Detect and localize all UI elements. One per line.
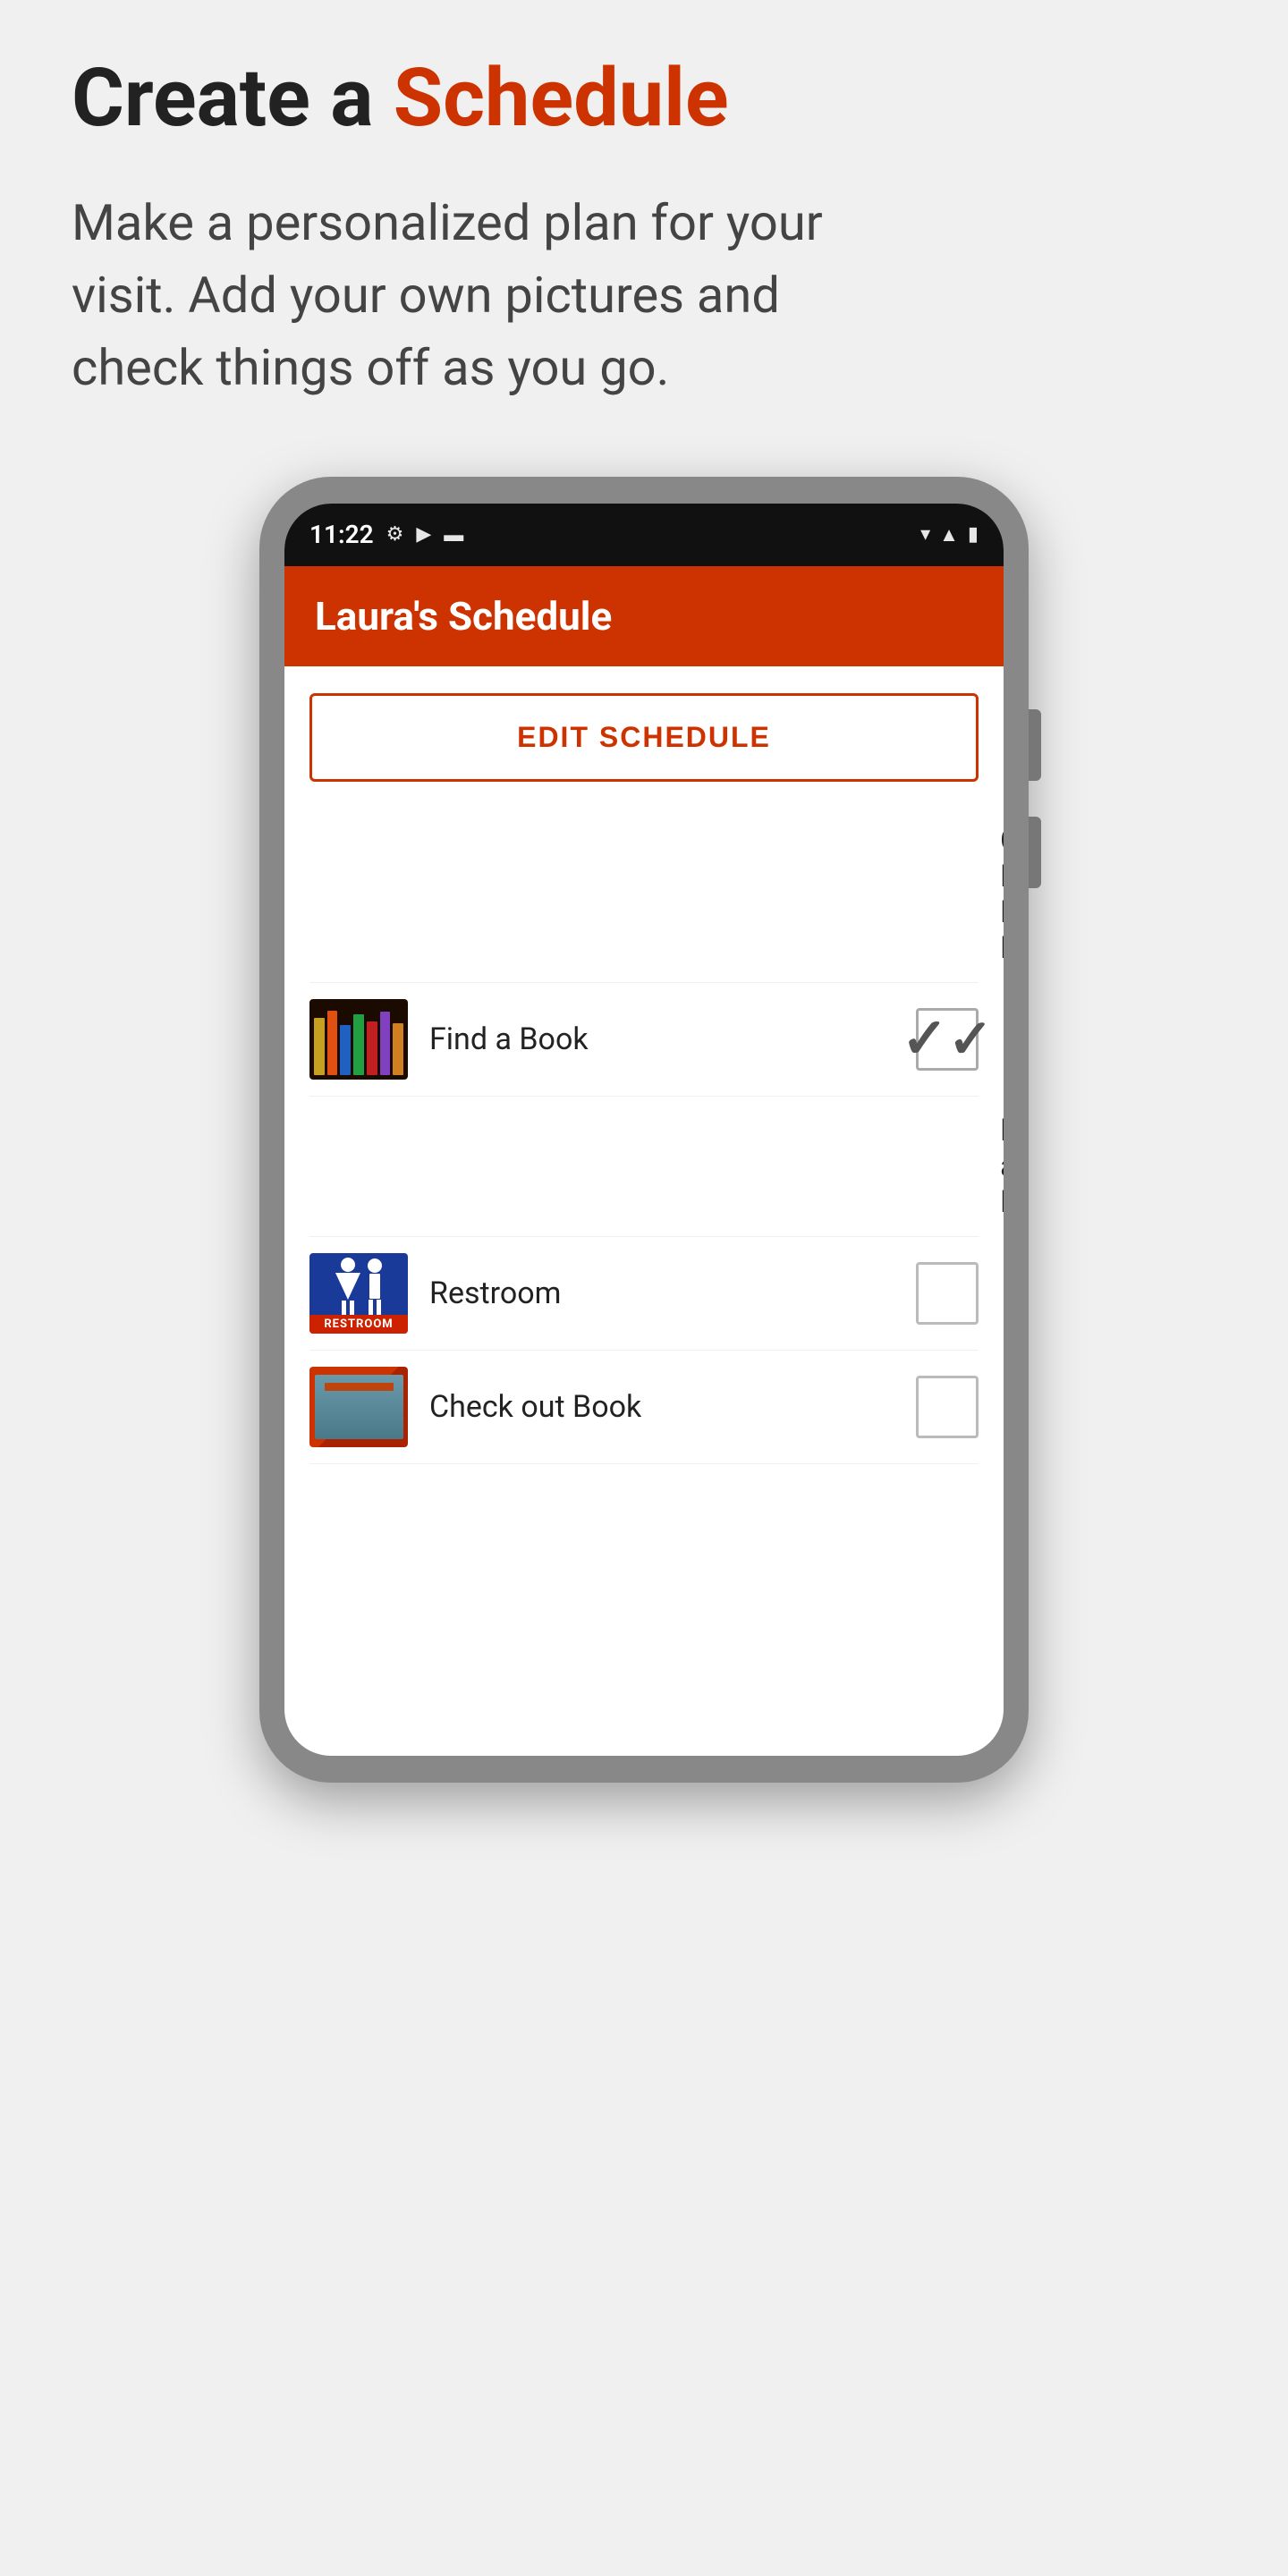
item-label: Check out Book	[429, 1389, 894, 1425]
wifi-icon: ▾	[920, 523, 930, 546]
item-thumbnail-books	[309, 999, 408, 1080]
page-subtitle: Make a personalized plan for your visit.…	[72, 187, 877, 405]
list-item: Read a Book ✓	[309, 1097, 979, 1237]
item-label: Restroom	[429, 1275, 894, 1311]
page-title: Create a Schedule	[72, 54, 1216, 142]
app-content: EDIT SCHEDULE Go to Normal Public Librar…	[284, 666, 1004, 1518]
phone-frame: 11:22 ⚙ ▶ ▬ ▾ ▲ ▮ Laura's Schedule EDIT …	[259, 477, 1029, 1783]
list-item: RESTROOM Restroom	[309, 1237, 979, 1351]
gear-icon: ⚙	[386, 523, 404, 546]
status-time: 11:22	[309, 520, 374, 549]
app-header: Laura's Schedule	[284, 566, 1004, 666]
item-checkbox-empty[interactable]	[916, 1262, 979, 1325]
restroom-label: RESTROOM	[309, 1315, 408, 1334]
app-header-title: Laura's Schedule	[315, 593, 612, 640]
title-highlight: Schedule	[394, 51, 729, 145]
list-item: Go to Normal Public Library ✓	[309, 807, 979, 983]
phone-screen: 11:22 ⚙ ▶ ▬ ▾ ▲ ▮ Laura's Schedule EDIT …	[284, 504, 1004, 1756]
status-bar-right: ▾ ▲ ▮	[920, 523, 979, 547]
item-label: Find a Book	[429, 1021, 894, 1057]
checkmark-icon: ✓	[902, 1012, 993, 1067]
list-item: Check out Book	[309, 1351, 979, 1464]
title-prefix: Create a	[72, 51, 394, 145]
page-header: Create a Schedule Make a personalized pl…	[72, 54, 1216, 405]
item-thumbnail-checkout	[309, 1367, 408, 1447]
item-label: Read a Book	[1000, 1113, 1004, 1220]
item-checkbox-empty[interactable]	[916, 1376, 979, 1438]
list-item: Find a Book ✓	[309, 983, 979, 1097]
signal-icon: ▲	[939, 523, 959, 547]
item-label: Go to Normal Public Library	[1000, 823, 1004, 966]
status-bar: 11:22 ⚙ ▶ ▬ ▾ ▲ ▮	[284, 504, 1004, 566]
phone-container: 11:22 ⚙ ▶ ▬ ▾ ▲ ▮ Laura's Schedule EDIT …	[72, 477, 1216, 1783]
item-thumbnail-restroom: RESTROOM	[309, 1253, 408, 1334]
play-icon: ▶	[416, 523, 431, 546]
item-checkbox-checked[interactable]: ✓	[916, 1008, 979, 1071]
status-bar-left: 11:22 ⚙ ▶ ▬	[309, 520, 463, 549]
phone-icon: ▬	[444, 523, 463, 547]
battery-icon: ▮	[968, 523, 979, 546]
edit-schedule-button[interactable]: EDIT SCHEDULE	[309, 693, 979, 782]
